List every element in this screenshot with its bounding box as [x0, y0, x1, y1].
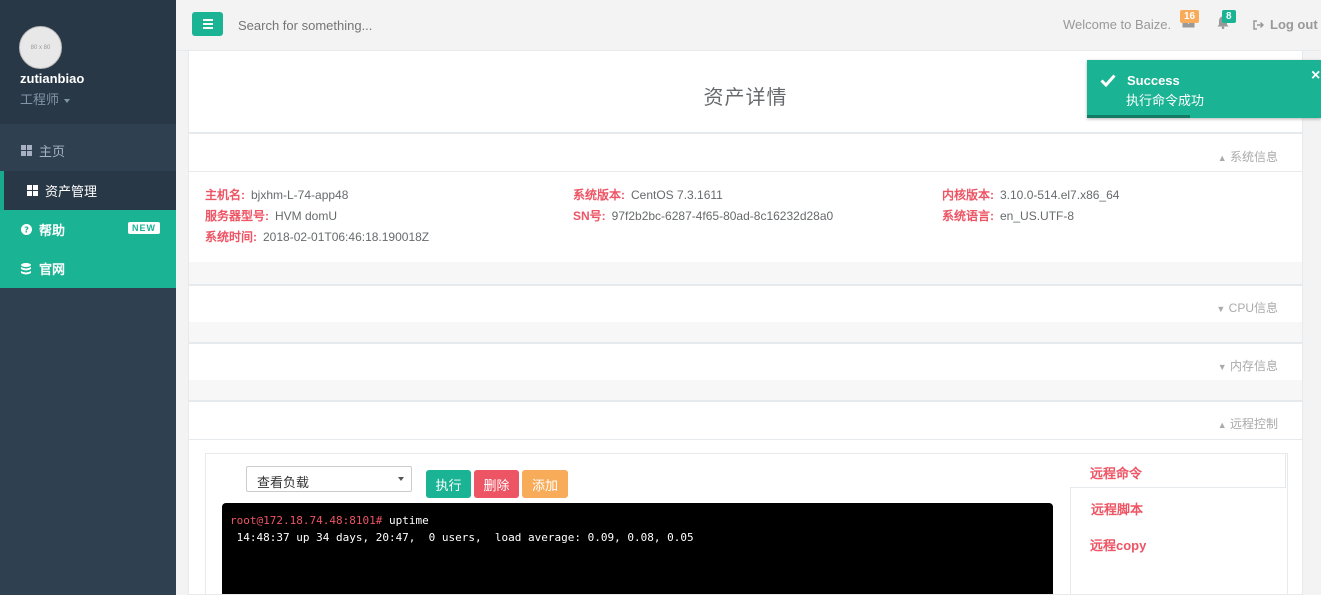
- svg-text:?: ?: [24, 225, 29, 235]
- command-select[interactable]: 查看负载: [246, 466, 412, 492]
- section-title: 内存信息: [1229, 359, 1278, 373]
- sidebar: 80 x 80 zutianbiao 工程师 主页 资产管理 ? 帮助 NEW …: [0, 0, 176, 595]
- divider: [189, 132, 1302, 134]
- info-value: 97f2b2bc-6287-4f65-80ad-8c16232d28a0: [611, 209, 834, 223]
- sidebar-item-help[interactable]: ? 帮助 NEW: [0, 210, 176, 249]
- section-footer: [189, 322, 1302, 342]
- info-hostname: 主机名: bjxhm-L-74-app48: [205, 186, 348, 203]
- info-label: 服务器型号:: [205, 209, 269, 223]
- tab-label: 远程脚本: [1091, 502, 1144, 517]
- info-kernel: 内核版本: 3.10.0-514.el7.x86_64: [942, 186, 1119, 203]
- database-icon: [20, 262, 32, 275]
- chevron-down-icon: ▼: [1216, 304, 1226, 314]
- info-value: bjxhm-L-74-app48: [251, 188, 349, 202]
- remote-control-panel: 查看负载 执行 删除 添加 root@172.18.74.48:8101# up…: [205, 453, 1288, 594]
- divider: [189, 171, 1302, 172]
- terminal-output[interactable]: root@172.18.74.48:8101# uptime 14:48:37 …: [222, 503, 1053, 594]
- sidebar-item-label: 资产管理: [45, 184, 98, 199]
- divider: [189, 400, 1302, 402]
- avatar[interactable]: 80 x 80: [19, 26, 62, 69]
- logout-link[interactable]: Log out: [1253, 17, 1318, 32]
- tab-remote-copy[interactable]: 远程copy: [1070, 535, 1286, 554]
- top-navbar: Welcome to Baize. 16 8 Log out: [176, 0, 1321, 51]
- sidebar-item-label: 官网: [39, 262, 66, 277]
- th-large-icon: [26, 185, 38, 197]
- divider: [189, 439, 1302, 440]
- search-input[interactable]: [236, 17, 540, 34]
- checkmark-icon: [1100, 74, 1116, 87]
- add-button[interactable]: 添加: [522, 470, 568, 498]
- delete-button[interactable]: 删除: [474, 470, 519, 498]
- section-toggle-cpu[interactable]: ▼ CPU信息: [1216, 299, 1278, 316]
- terminal-command: uptime: [382, 514, 429, 527]
- toast-progress-bar: [1087, 115, 1190, 118]
- close-icon[interactable]: ×: [1311, 67, 1320, 85]
- command-select-value: 查看负载: [257, 475, 310, 490]
- question-circle-icon: ?: [20, 224, 32, 236]
- info-value: 2018-02-01T06:46:18.190018Z: [263, 230, 430, 244]
- caret-down-icon: [64, 98, 71, 103]
- menu-toggle-button[interactable]: [192, 12, 223, 36]
- asset-detail-panel: 资产详情 ▲ 系统信息 主机名: bjxhm-L-74-app48 系统版本: Ce…: [188, 50, 1303, 595]
- sidebar-item-home[interactable]: 主页: [0, 131, 176, 170]
- sidebar-item-label: 主页: [39, 144, 66, 159]
- logout-label: Log out: [1270, 17, 1318, 32]
- new-badge: NEW: [128, 222, 160, 234]
- section-title: CPU信息: [1228, 301, 1278, 315]
- profile-area: 80 x 80 zutianbiao 工程师: [0, 0, 176, 124]
- info-label: 内核版本:: [942, 188, 994, 202]
- mail-count-badge: 16: [1180, 10, 1200, 23]
- user-role: 工程师: [20, 92, 60, 107]
- info-model: 服务器型号: HVM domU: [205, 207, 337, 224]
- terminal-output-line: 14:48:37 up 34 days, 20:47, 0 users, loa…: [230, 531, 694, 544]
- caret-down-icon: [398, 477, 404, 481]
- info-os: 系统版本: CentOS 7.3.1611: [573, 186, 723, 203]
- info-lang: 系统语言: en_US.UTF-8: [942, 207, 1074, 224]
- notification-count-badge: 8: [1222, 10, 1236, 23]
- welcome-text: Welcome to Baize.: [1063, 17, 1172, 32]
- chevron-down-icon: ▼: [1217, 362, 1227, 372]
- section-toggle-memory[interactable]: ▼ 内存信息: [1218, 357, 1278, 374]
- info-time: 系统时间: 2018-02-01T06:46:18.190018Z: [205, 228, 429, 245]
- th-large-icon: [20, 145, 32, 157]
- toast-title: Success: [1127, 73, 1180, 88]
- execute-button[interactable]: 执行: [426, 470, 471, 498]
- divider: [189, 342, 1302, 344]
- info-value: CentOS 7.3.1611: [631, 188, 723, 202]
- sidebar-item-label: 帮助: [39, 223, 66, 238]
- user-name: zutianbiao: [20, 71, 85, 86]
- info-label: 系统版本:: [573, 188, 625, 202]
- info-value: 3.10.0-514.el7.x86_64: [1000, 188, 1120, 202]
- sidebar-item-assets[interactable]: 资产管理: [0, 171, 176, 210]
- info-value: HVM domU: [275, 209, 338, 223]
- sidebar-item-website[interactable]: 官网: [0, 249, 176, 288]
- info-label: 主机名:: [205, 188, 245, 202]
- section-footer: [189, 380, 1302, 400]
- info-label: 系统语言:: [942, 209, 994, 223]
- section-toggle-remote[interactable]: ▲ 远程控制: [1218, 415, 1278, 432]
- info-value: en_US.UTF-8: [1000, 209, 1075, 223]
- chevron-up-icon: ▲: [1217, 153, 1227, 163]
- tab-remote-command[interactable]: 远程命令: [1070, 453, 1286, 488]
- section-toggle-system[interactable]: ▲ 系统信息: [1218, 148, 1278, 165]
- section-footer: [189, 262, 1302, 284]
- info-sn: SN号: 97f2b2bc-6287-4f65-80ad-8c16232d28a0: [573, 207, 833, 224]
- terminal-prompt: root@172.18.74.48:8101#: [230, 514, 383, 527]
- info-label: 系统时间:: [205, 230, 257, 244]
- section-title: 系统信息: [1229, 150, 1278, 164]
- chevron-up-icon: ▲: [1217, 420, 1227, 430]
- sign-out-icon: [1253, 20, 1265, 30]
- avatar-text: 80 x 80: [30, 44, 51, 51]
- section-title: 远程控制: [1229, 417, 1278, 431]
- success-toast[interactable]: Success 执行命令成功 ×: [1087, 60, 1321, 118]
- toast-message: 执行命令成功: [1126, 93, 1205, 108]
- info-label: SN号:: [573, 209, 606, 223]
- divider: [189, 284, 1302, 286]
- user-role-dropdown[interactable]: 工程师: [20, 89, 71, 108]
